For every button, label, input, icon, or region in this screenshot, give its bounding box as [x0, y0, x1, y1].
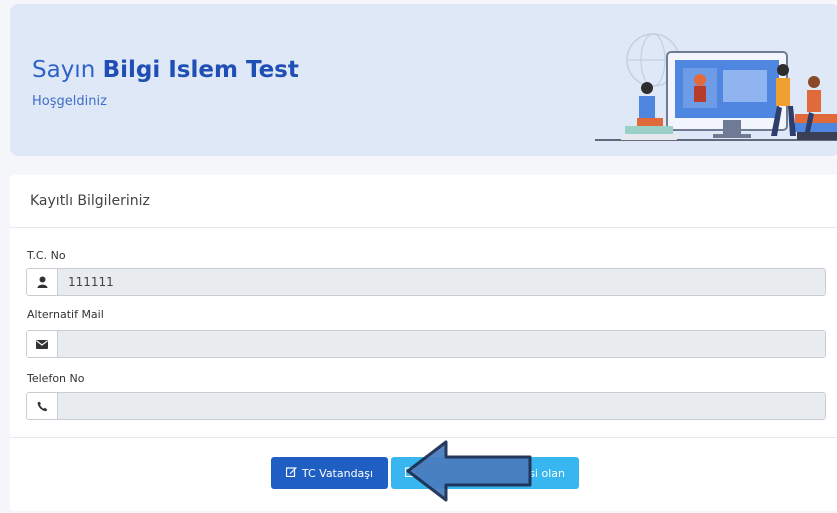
- phone-icon: [27, 393, 58, 419]
- tc-no-field[interactable]: [58, 269, 825, 295]
- user-name: Bilgi Islem Test: [102, 57, 299, 83]
- alt-mail-input-group: [26, 330, 826, 358]
- alt-mail-label: Alternatif Mail: [27, 308, 104, 321]
- annotation-arrow-icon: [406, 440, 532, 502]
- edit-icon: [285, 466, 297, 480]
- phone-field[interactable]: [58, 393, 825, 419]
- welcome-subtitle: Hoşgeldiniz: [32, 94, 107, 109]
- tc-citizen-label: TC Vatandaşı: [301, 466, 374, 480]
- welcome-text: Sayın Bilgi Islem Test Hoşgeldiniz: [32, 56, 299, 109]
- tc-citizen-button[interactable]: TC Vatandaşı: [271, 457, 388, 489]
- greeting-prefix: Sayın: [32, 57, 96, 83]
- envelope-icon: [27, 331, 58, 357]
- card-title: Kayıtlı Bilgileriniz: [10, 175, 837, 228]
- tc-no-label: T.C. No: [27, 249, 66, 262]
- user-icon: [27, 269, 58, 295]
- alt-mail-field[interactable]: [58, 331, 825, 357]
- greeting: Sayın Bilgi Islem Test: [32, 56, 299, 84]
- phone-input-group: [26, 392, 826, 420]
- other-registration-label: si olan: [529, 466, 565, 480]
- tc-no-input-group: [26, 268, 826, 296]
- phone-label: Telefon No: [27, 372, 85, 385]
- welcome-illustration: [595, 33, 837, 141]
- card-footer: [10, 437, 837, 438]
- welcome-banner: Sayın Bilgi Islem Test Hoşgeldiniz: [10, 4, 837, 156]
